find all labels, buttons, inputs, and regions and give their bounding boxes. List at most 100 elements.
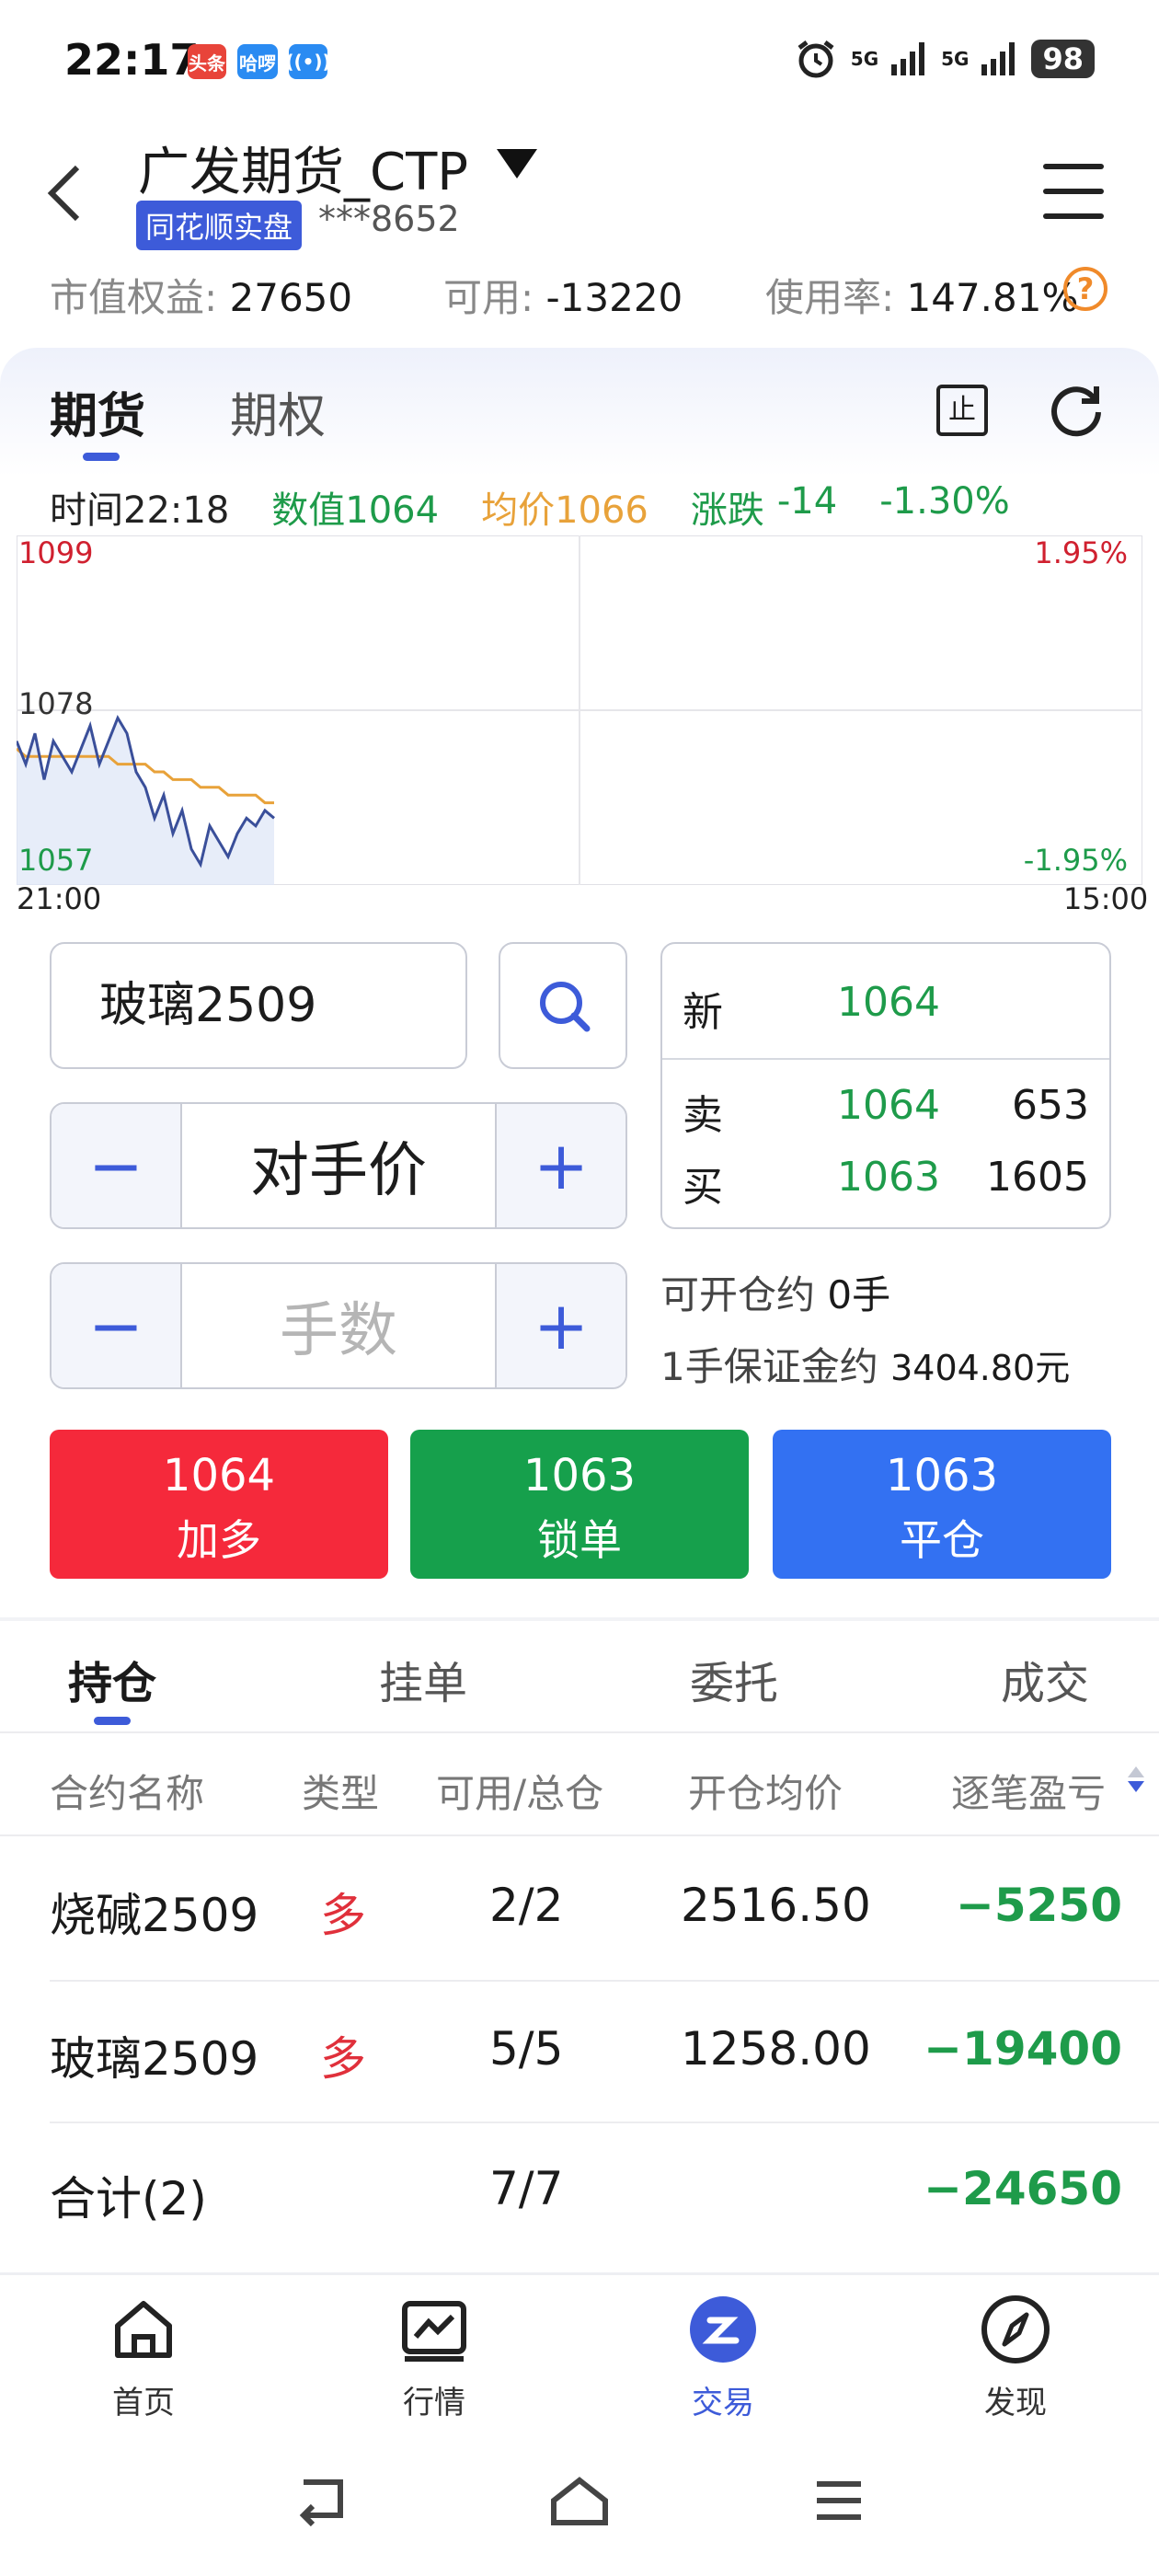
equity-stat: 市值权益: 27650 xyxy=(50,275,353,320)
col-avg-price: 开仓均价 xyxy=(688,1771,843,1816)
nav-divider xyxy=(0,2272,1159,2275)
info-change-pct: -1.30% xyxy=(879,480,1010,523)
table-row[interactable]: 玻璃2509 多 5/5 1258.00 −19400 xyxy=(0,1982,1159,2123)
info-change-label: 涨跌 xyxy=(690,489,764,532)
quantity-input[interactable]: 手数 xyxy=(180,1264,497,1387)
status-time: 22:17 xyxy=(64,35,200,85)
intraday-chart[interactable]: 1099 1078 1057 1.95% -1.95% xyxy=(17,535,1142,885)
nav-discover-label: 发现 xyxy=(984,2385,1047,2421)
help-icon[interactable]: ? xyxy=(1063,267,1107,311)
nav-home-label: 首页 xyxy=(112,2385,175,2421)
total-qty: 7/7 xyxy=(489,2162,564,2215)
available-value: -13220 xyxy=(545,275,683,320)
quantity-stepper: − 手数 + xyxy=(50,1262,627,1389)
signal-5g-2: 5G xyxy=(941,48,970,70)
y-label-top: 1099 xyxy=(18,535,93,570)
row-type: 多 xyxy=(320,1889,366,1942)
tab-orders[interactable]: 委托 xyxy=(690,1647,778,1711)
info-change: -14 xyxy=(776,480,838,523)
table-row[interactable]: 烧碱2509 多 2/2 2516.50 −5250 xyxy=(0,1836,1159,1978)
back-arrow-icon[interactable] xyxy=(44,164,85,223)
pct-label-top: 1.95% xyxy=(1034,535,1128,570)
battery-indicator: 98 xyxy=(1031,40,1095,78)
last-price: 1064 xyxy=(837,979,940,1026)
search-icon xyxy=(540,982,591,1032)
signal-icon-2 xyxy=(981,42,1016,75)
qty-minus-button[interactable]: − xyxy=(52,1264,180,1387)
sort-down-icon[interactable] xyxy=(1128,1781,1144,1792)
tab-futures[interactable]: 期货 xyxy=(50,377,145,446)
chart-info-line: 时间22:18 数值1064 均价1066 涨跌 -14 -1.30% xyxy=(50,480,1010,534)
price-type-field[interactable]: 对手价 xyxy=(180,1104,497,1227)
system-home-icon[interactable] xyxy=(548,2475,611,2526)
system-back-icon[interactable] xyxy=(293,2475,351,2526)
refresh-icon[interactable] xyxy=(1047,381,1106,440)
equity-value: 27650 xyxy=(229,275,353,320)
nav-market[interactable]: 行情 xyxy=(361,2293,508,2422)
tab-pending[interactable]: 挂单 xyxy=(379,1647,467,1711)
signal-icon xyxy=(891,42,925,75)
nav-discover[interactable]: 发现 xyxy=(942,2293,1089,2422)
bid-volume: 1605 xyxy=(986,1154,1089,1201)
system-menu-icon[interactable] xyxy=(809,2475,868,2526)
hello-app-badge: 哈啰 xyxy=(237,44,278,79)
col-qty: 可用/总仓 xyxy=(436,1771,604,1816)
account-number: ***8652 xyxy=(318,199,460,239)
y-label-bottom: 1057 xyxy=(18,843,93,878)
row-contract: 玻璃2509 xyxy=(50,2032,259,2086)
usage-value: 147.81% xyxy=(906,275,1079,320)
search-button[interactable] xyxy=(499,942,627,1069)
nav-home[interactable]: 首页 xyxy=(70,2293,217,2422)
dropdown-triangle-icon[interactable] xyxy=(497,149,537,178)
row-avg-price: 1258.00 xyxy=(681,2022,871,2076)
broker-title[interactable]: 广发期货_CTP xyxy=(138,131,468,205)
nav-market-label: 行情 xyxy=(403,2385,465,2421)
row-avg-price: 2516.50 xyxy=(681,1879,871,1932)
row-type: 多 xyxy=(320,2032,366,2086)
bid-price: 1063 xyxy=(837,1154,940,1201)
lock-label: 锁单 xyxy=(537,1515,622,1565)
home-icon xyxy=(115,2301,172,2358)
buy-long-button[interactable]: 1064 加多 xyxy=(50,1430,388,1579)
instrument-input[interactable]: 玻璃2509 xyxy=(50,942,467,1069)
row-pnl: −19400 xyxy=(924,2022,1122,2076)
total-label: 合计(2) xyxy=(50,2172,207,2225)
margin-value: 3404.80元 xyxy=(890,1348,1071,1388)
x-label-end: 15:00 xyxy=(1063,881,1149,916)
row-qty: 5/5 xyxy=(489,2022,564,2076)
margin-info: 1手保证金约 3404.80元 xyxy=(660,1344,1071,1389)
signal-5g-1: 5G xyxy=(850,48,879,70)
trade-icon xyxy=(690,2296,756,2363)
account-tag: 同花顺实盘 xyxy=(136,201,303,250)
lock-button[interactable]: 1063 锁单 xyxy=(410,1430,749,1579)
qty-plus-button[interactable]: + xyxy=(497,1264,625,1387)
alarm-icon xyxy=(798,40,834,78)
y-label-mid: 1078 xyxy=(18,686,93,721)
tab-futures-indicator xyxy=(83,453,120,461)
tab-trades[interactable]: 成交 xyxy=(1001,1647,1089,1711)
open-position-value: 0手 xyxy=(827,1272,891,1317)
col-pnl[interactable]: 逐笔盈亏 xyxy=(951,1763,1106,1819)
ask-volume: 653 xyxy=(1012,1082,1089,1129)
quote-divider xyxy=(662,1058,1109,1060)
col-contract: 合约名称 xyxy=(50,1771,205,1816)
status-right: 5G 5G 98 xyxy=(794,37,1095,81)
broadcast-icon: ((•)) xyxy=(285,44,331,79)
row-contract: 烧碱2509 xyxy=(50,1889,259,1942)
quote-panel: 新 1064 卖 1064 653 买 1063 1605 xyxy=(660,942,1111,1229)
price-minus-button[interactable]: − xyxy=(52,1104,180,1227)
close-label: 平仓 xyxy=(900,1515,984,1565)
price-plus-button[interactable]: + xyxy=(497,1104,625,1227)
menu-icon[interactable] xyxy=(1043,164,1104,219)
sort-up-icon[interactable] xyxy=(1128,1766,1144,1777)
nav-trade[interactable]: 交易 xyxy=(649,2293,797,2422)
chart-icon xyxy=(402,2301,466,2362)
news-app-badge: 头条 xyxy=(188,44,226,79)
tabs-divider xyxy=(0,1731,1159,1733)
tab-options[interactable]: 期权 xyxy=(230,377,326,446)
close-position-button[interactable]: 1063 平仓 xyxy=(773,1430,1111,1579)
available-stat: 可用: -13220 xyxy=(443,275,683,320)
tab-positions[interactable]: 持仓 xyxy=(68,1647,156,1711)
ask-label: 卖 xyxy=(683,1092,723,1139)
stop-order-icon[interactable]: 止 xyxy=(936,385,988,436)
